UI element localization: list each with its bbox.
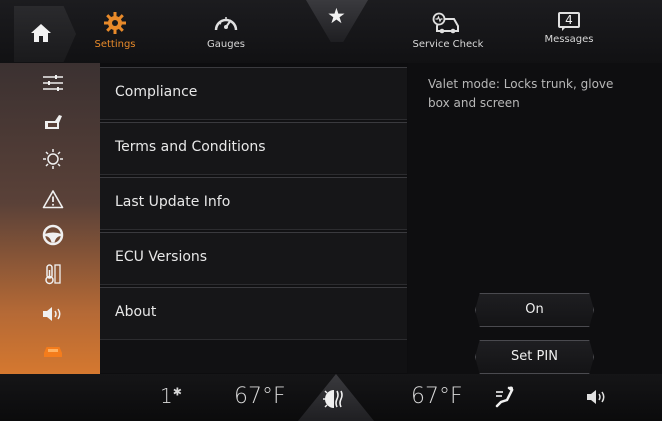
menu-item-compliance[interactable]: Compliance [100,67,407,120]
sidebar-item-vehicle[interactable] [40,339,66,363]
tab-gauges[interactable]: Gauges [198,12,254,50]
speaker-icon [43,307,61,321]
valet-on-button[interactable]: On [475,293,594,327]
warning-icon [42,190,64,209]
top-nav-bar: Settings Gauges ★ Service Check 4 Messag… [0,0,662,63]
service-check-label: Service Check [412,39,484,50]
fan-icon: ✱ [172,385,182,399]
brightness-icon [43,149,63,169]
menu-item-about[interactable]: About [100,287,407,340]
home-button[interactable] [14,6,76,62]
gauge-icon [214,17,238,31]
menu-item-label: About [115,304,157,320]
left-sidebar [0,63,100,374]
home-icon [31,24,51,42]
menu-item-label: Terms and Conditions [115,139,266,155]
airflow-mode-button[interactable] [493,386,515,412]
messages-label: Messages [544,34,594,45]
defrost-button[interactable] [298,374,374,421]
fan-speed-control[interactable]: 1✱ [160,384,182,408]
passenger-temp-control[interactable]: 67°F [411,384,463,409]
menu-item-label: Last Update Info [115,194,231,210]
gauges-label: Gauges [207,39,245,50]
sidebar-item-climate[interactable] [40,262,66,286]
star-icon: ★ [327,4,346,28]
car-seat-icon [45,115,62,129]
menu-item-ecu-versions[interactable]: ECU Versions [100,232,407,285]
sidebar-item-controls[interactable] [40,71,66,95]
sidebar-item-audio[interactable] [40,302,66,326]
sidebar-item-driving[interactable] [40,223,66,247]
steering-wheel-icon [42,224,64,246]
menu-item-terms[interactable]: Terms and Conditions [100,122,407,175]
sidebar-item-seat[interactable] [40,110,66,134]
app-window: Settings Gauges ★ Service Check 4 Messag… [0,0,662,421]
message-bubble-icon: 4 [558,12,580,32]
messages-count-badge: 4 [565,13,573,27]
climate-bar: 1✱ 67°F 67°F [0,374,662,421]
menu-item-label: Compliance [115,84,198,100]
favorites-tab[interactable]: ★ [306,0,368,42]
sidebar-item-lights[interactable] [40,147,66,171]
tab-service-check[interactable]: Service Check [408,12,488,50]
settings-label: Settings [94,39,136,50]
sliders-icon [43,75,63,91]
service-car-icon [432,12,459,34]
settings-menu-list: Compliance Terms and Conditions Last Upd… [100,67,407,373]
volume-icon [587,390,605,404]
valet-description: Valet mode: Locks trunk, glove box and s… [428,77,614,110]
driver-temp-control[interactable]: 67°F [234,384,286,409]
tab-settings[interactable]: Settings [88,12,142,50]
set-pin-button[interactable]: Set PIN [475,340,594,374]
defrost-icon [323,390,343,408]
menu-item-label: ECU Versions [115,249,208,265]
thermometer-icon [45,264,61,285]
fan-speed-value: 1 [160,384,173,408]
valet-panel: Valet mode: Locks trunk, glove box and s… [408,63,662,374]
sidebar-item-warnings[interactable] [40,187,66,211]
gear-icon [104,12,126,34]
car-icon [44,347,62,357]
airflow-seat-icon [495,386,514,408]
volume-button[interactable] [585,388,609,410]
menu-item-last-update[interactable]: Last Update Info [100,177,407,230]
tab-messages[interactable]: 4 Messages [535,12,603,45]
